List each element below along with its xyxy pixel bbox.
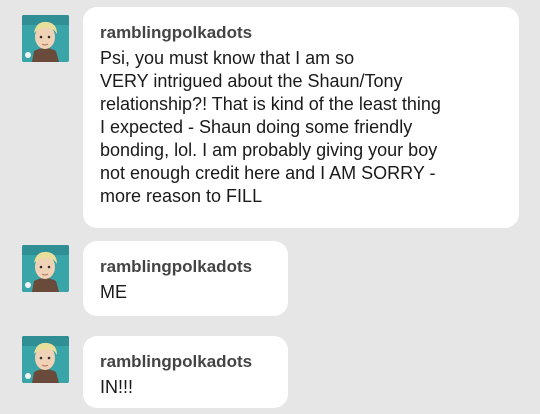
- message-bubble: ramblingpolkadots Psi, you must know tha…: [83, 7, 519, 228]
- avatar-icon: [22, 15, 69, 62]
- username[interactable]: ramblingpolkadots: [100, 352, 272, 372]
- avatar[interactable]: [22, 336, 69, 383]
- message-text: IN!!!: [100, 377, 134, 397]
- avatar[interactable]: [22, 245, 69, 292]
- username[interactable]: ramblingpolkadots: [100, 23, 503, 43]
- avatar-icon: [22, 336, 69, 383]
- avatar-icon: [22, 245, 69, 292]
- avatar[interactable]: [22, 15, 69, 62]
- message-bubble: ramblingpolkadots IN!!!: [83, 336, 288, 408]
- username[interactable]: ramblingpolkadots: [100, 257, 272, 277]
- message-text: Psi, you must know that I am so VERY int…: [100, 48, 441, 206]
- message-text: ME: [100, 282, 127, 302]
- message-bubble: ramblingpolkadots ME: [83, 241, 288, 316]
